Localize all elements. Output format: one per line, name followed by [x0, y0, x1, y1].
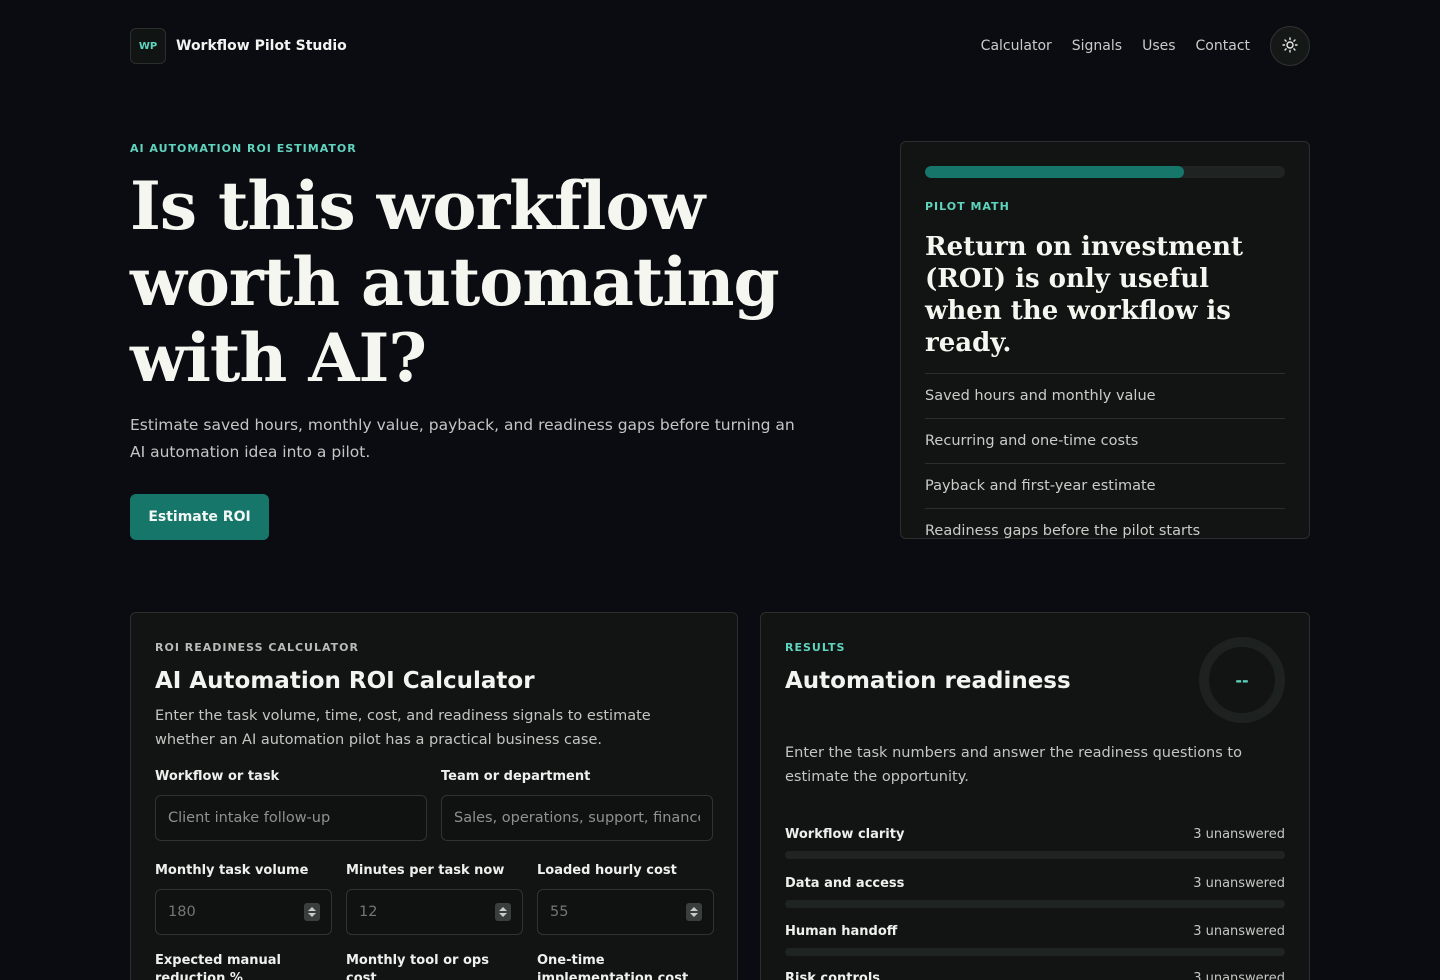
meter-bar	[785, 851, 1285, 859]
estimate-roi-button[interactable]: Estimate ROI	[130, 494, 269, 540]
meter-bar	[785, 948, 1285, 956]
nav-link-contact[interactable]: Contact	[1196, 38, 1250, 54]
stepper-arrows-icon[interactable]	[495, 903, 511, 921]
minutes-stepper	[346, 889, 523, 935]
cost-fields-row: Expected manual reduction % Monthly tool…	[155, 952, 714, 980]
pilot-progress-fill	[925, 166, 1185, 178]
meter-status: 3 unanswered	[1193, 971, 1285, 980]
list-item: Saved hours and monthly value	[925, 373, 1285, 418]
pilot-title: Return on investment (ROI) is only usefu…	[925, 232, 1244, 358]
pilot-list: Saved hours and monthly value Recurring …	[925, 373, 1285, 553]
calculator-eyebrow: ROI READINESS CALCULATOR	[155, 641, 359, 654]
meter-human-handoff: Human handoff 3 unanswered	[785, 924, 1285, 956]
sun-icon	[1282, 36, 1298, 56]
text-fields-row: Workflow or task Team or department	[155, 769, 713, 841]
calculator-title: AI Automation ROI Calculator	[155, 668, 535, 694]
brand-logo: WP	[130, 28, 166, 64]
meter-risk-controls: Risk controls 3 unanswered	[785, 971, 1285, 980]
meter-bar	[785, 900, 1285, 908]
nav-link-signals[interactable]: Signals	[1072, 38, 1122, 54]
workflow-label: Workflow or task	[155, 769, 280, 784]
team-field: Team or department	[441, 769, 713, 841]
meter-status: 3 unanswered	[1193, 924, 1285, 939]
workflow-input[interactable]	[155, 795, 427, 841]
main-nav: Calculator Signals Uses Contact	[981, 26, 1310, 66]
stepper-arrows-icon[interactable]	[304, 903, 320, 921]
volume-field: Monthly task volume	[155, 863, 332, 935]
hourly-field: Loaded hourly cost	[537, 863, 714, 935]
volume-label: Monthly task volume	[155, 863, 309, 878]
workflow-field: Workflow or task	[155, 769, 427, 841]
hero-title: Is this workflow worth automating with A…	[130, 167, 780, 397]
stepper-arrows-icon[interactable]	[686, 903, 702, 921]
pilot-math-card: PILOT MATH Return on investment (ROI) is…	[900, 141, 1310, 539]
volume-stepper	[155, 889, 332, 935]
results-description: Enter the task numbers and answer the re…	[785, 745, 1242, 785]
list-item: Payback and first-year estimate	[925, 463, 1285, 508]
meter-name: Human handoff	[785, 924, 898, 939]
hero-eyebrow: AI AUTOMATION ROI ESTIMATOR	[130, 142, 357, 155]
minutes-field: Minutes per task now	[346, 863, 523, 935]
number-fields-row: Monthly task volume Minutes per task now…	[155, 863, 714, 935]
list-item: Recurring and one-time costs	[925, 418, 1285, 463]
implementation-cost-label: One-time implementation cost	[537, 953, 689, 980]
hourly-label: Loaded hourly cost	[537, 863, 677, 878]
brand[interactable]: WP Workflow Pilot Studio	[130, 28, 347, 64]
nav-link-uses[interactable]: Uses	[1142, 38, 1175, 54]
team-input[interactable]	[441, 795, 713, 841]
meter-name: Workflow clarity	[785, 827, 905, 842]
meter-status: 3 unanswered	[1193, 827, 1285, 842]
site-header: WP Workflow Pilot Studio Calculator Sign…	[130, 26, 1310, 66]
readiness-score-gauge: --	[1199, 637, 1285, 723]
theme-toggle-button[interactable]	[1270, 26, 1310, 66]
roi-calculator-card: ROI READINESS CALCULATOR AI Automation R…	[130, 612, 738, 980]
nav-link-calculator[interactable]: Calculator	[981, 38, 1052, 54]
minutes-label: Minutes per task now	[346, 863, 505, 878]
monthly-cost-label: Monthly tool or ops cost	[346, 953, 489, 980]
hourly-stepper	[537, 889, 714, 935]
meter-status: 3 unanswered	[1193, 876, 1285, 891]
calculator-description: Enter the task volume, time, cost, and r…	[155, 708, 651, 748]
meter-workflow-clarity: Workflow clarity 3 unanswered	[785, 827, 1285, 859]
results-card: RESULTS Automation readiness -- Enter th…	[760, 612, 1310, 980]
team-label: Team or department	[441, 769, 591, 784]
hero-subtitle: Estimate saved hours, monthly value, pay…	[130, 416, 795, 461]
reduction-label: Expected manual reduction %	[155, 953, 282, 980]
brand-name: Workflow Pilot Studio	[176, 38, 347, 54]
list-item: Readiness gaps before the pilot starts	[925, 508, 1285, 553]
pilot-progress-bar	[925, 166, 1285, 178]
meter-name: Data and access	[785, 876, 905, 891]
meter-name: Risk controls	[785, 971, 881, 980]
pilot-eyebrow: PILOT MATH	[925, 200, 1010, 213]
meter-data-access: Data and access 3 unanswered	[785, 876, 1285, 908]
